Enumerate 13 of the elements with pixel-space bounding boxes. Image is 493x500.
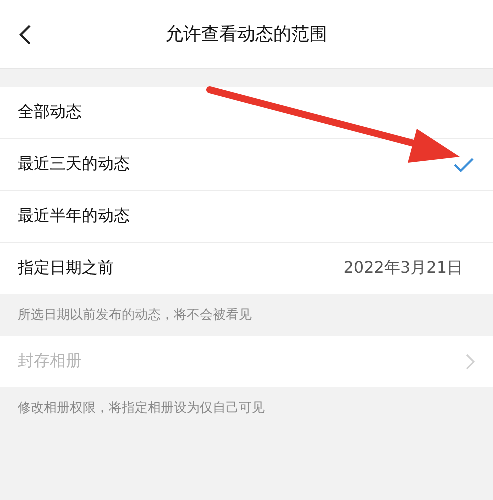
chevron-icon bbox=[466, 354, 475, 370]
option-label: 指定日期之前 bbox=[18, 258, 114, 279]
date-value: 2022年3月21日 bbox=[344, 258, 463, 279]
page-title: 允许查看动态的范围 bbox=[166, 23, 328, 46]
hint-text: 修改相册权限，将指定相册设为仅自己可见 bbox=[17, 400, 266, 418]
option-label: 全部动态 bbox=[18, 102, 82, 123]
hint-text: 所选日期以前发布的动态，将不会被看见 bbox=[17, 307, 253, 325]
option-label: 最近三天的动态 bbox=[18, 154, 130, 175]
option-label: 最近半年的动态 bbox=[18, 206, 130, 227]
back-icon[interactable] bbox=[18, 24, 32, 46]
date-row[interactable]: 指定日期之前 2022年3月21日 bbox=[0, 243, 493, 294]
archive-label: 封存相册 bbox=[18, 351, 82, 372]
option-row[interactable]: 最近半年的动态 bbox=[0, 191, 493, 243]
